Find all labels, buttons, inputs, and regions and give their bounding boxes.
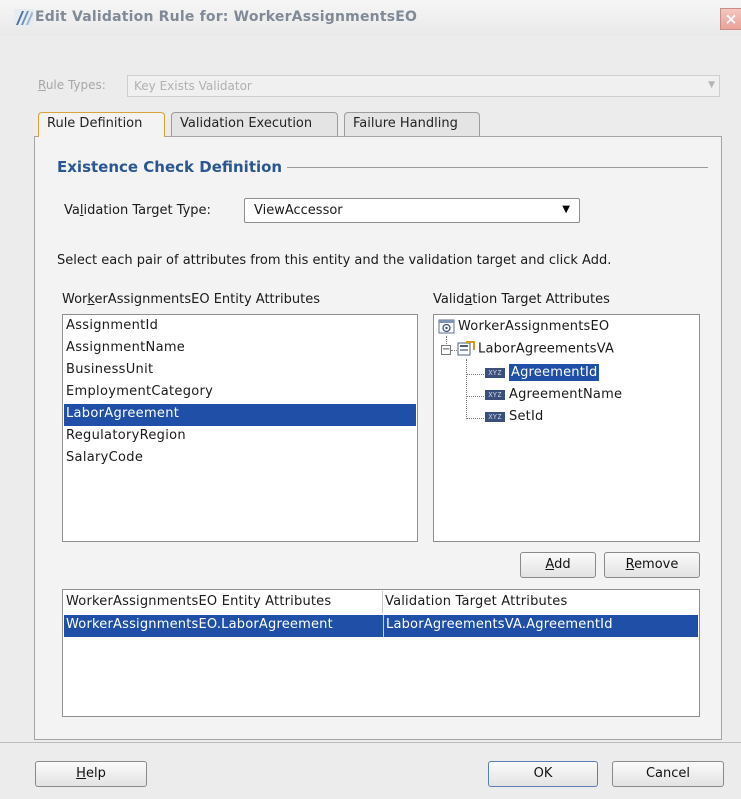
tree-node-attribute[interactable]: XYZ SetId <box>485 409 543 424</box>
tree-connector <box>466 396 484 397</box>
entity-attributes-list[interactable]: AssignmentId AssignmentName BusinessUnit… <box>62 314 418 542</box>
chevron-down-icon: ▼ <box>708 80 715 90</box>
attribute-icon: XYZ <box>485 411 505 422</box>
close-icon[interactable]: × <box>720 8 741 30</box>
list-item[interactable]: AssignmentId <box>64 316 416 338</box>
tree-node-attribute[interactable]: XYZ AgreementId <box>485 364 600 381</box>
add-button[interactable]: Add <box>520 552 596 578</box>
table-header[interactable]: Validation Target Attributes <box>383 591 699 613</box>
view-accessor-icon <box>457 341 475 356</box>
instructions-text: Select each pair of attributes from this… <box>57 253 612 268</box>
section-title: Existence Check Definition <box>57 158 283 176</box>
rule-types-label: Rule Types: <box>38 78 106 92</box>
entity-object-icon <box>438 319 455 334</box>
table-row[interactable]: WorkerAssignmentsEO.LaborAgreement Labor… <box>64 615 698 637</box>
tree-node-root[interactable]: WorkerAssignmentsEO <box>438 319 609 334</box>
target-attributes-label: Validation Target Attributes <box>433 292 610 307</box>
column-divider <box>383 615 384 637</box>
target-attributes-tree[interactable]: WorkerAssignmentsEO − LaborAgreementsVA … <box>433 314 700 542</box>
list-item[interactable]: EmploymentCategory <box>64 382 416 404</box>
rule-types-value: Key Exists Validator <box>134 79 252 93</box>
list-item[interactable]: BusinessUnit <box>64 360 416 382</box>
tree-connector <box>466 374 484 375</box>
help-button[interactable]: Help <box>35 761 147 787</box>
validation-target-type-label: Validation Target Type: <box>64 203 211 218</box>
tab-rule-definition[interactable]: Rule Definition <box>38 112 165 137</box>
tab-validation-execution[interactable]: Validation Execution <box>171 112 338 136</box>
table-cell: LaborAgreementsVA.AgreementId <box>386 617 613 632</box>
table-header[interactable]: WorkerAssignmentsEO Entity Attributes <box>64 591 383 613</box>
list-item[interactable]: RegulatoryRegion <box>64 426 416 448</box>
remove-button[interactable]: Remove <box>604 552 700 578</box>
title-bar[interactable]: Edit Validation Rule for: WorkerAssignme… <box>0 0 741 36</box>
jdeveloper-app-icon <box>14 9 34 27</box>
list-item[interactable]: LaborAgreement <box>64 404 416 426</box>
attribute-icon: XYZ <box>485 367 505 378</box>
tree-connector <box>466 359 467 419</box>
chevron-down-icon: ▼ <box>562 204 570 215</box>
list-item[interactable]: SalaryCode <box>64 448 416 470</box>
validation-target-type-value: ViewAccessor <box>254 203 343 218</box>
tree-node-accessor[interactable]: LaborAgreementsVA <box>457 341 614 357</box>
table-cell: WorkerAssignmentsEO.LaborAgreement <box>66 617 333 632</box>
tab-failure-handling[interactable]: Failure Handling <box>344 112 480 136</box>
section-divider <box>287 167 708 168</box>
entity-attributes-label: WorkerAssignmentsEO Entity Attributes <box>62 292 320 307</box>
validation-target-type-select[interactable]: ViewAccessor ▼ <box>244 198 580 223</box>
tree-connector <box>466 418 484 419</box>
attribute-icon: XYZ <box>485 389 505 400</box>
collapse-icon[interactable]: − <box>441 345 451 355</box>
cancel-button[interactable]: Cancel <box>612 761 724 787</box>
list-item[interactable]: AssignmentName <box>64 338 416 360</box>
window-title: Edit Validation Rule for: WorkerAssignme… <box>35 9 418 25</box>
attribute-pairs-table[interactable]: WorkerAssignmentsEO Entity Attributes Va… <box>62 589 700 717</box>
footer-divider <box>0 742 741 743</box>
edit-validation-rule-dialog: Edit Validation Rule for: WorkerAssignme… <box>0 0 741 799</box>
tree-node-attribute[interactable]: XYZ AgreementName <box>485 387 622 402</box>
rule-types-select[interactable]: Key Exists Validator ▼ <box>127 75 720 97</box>
ok-button[interactable]: OK <box>488 761 598 787</box>
